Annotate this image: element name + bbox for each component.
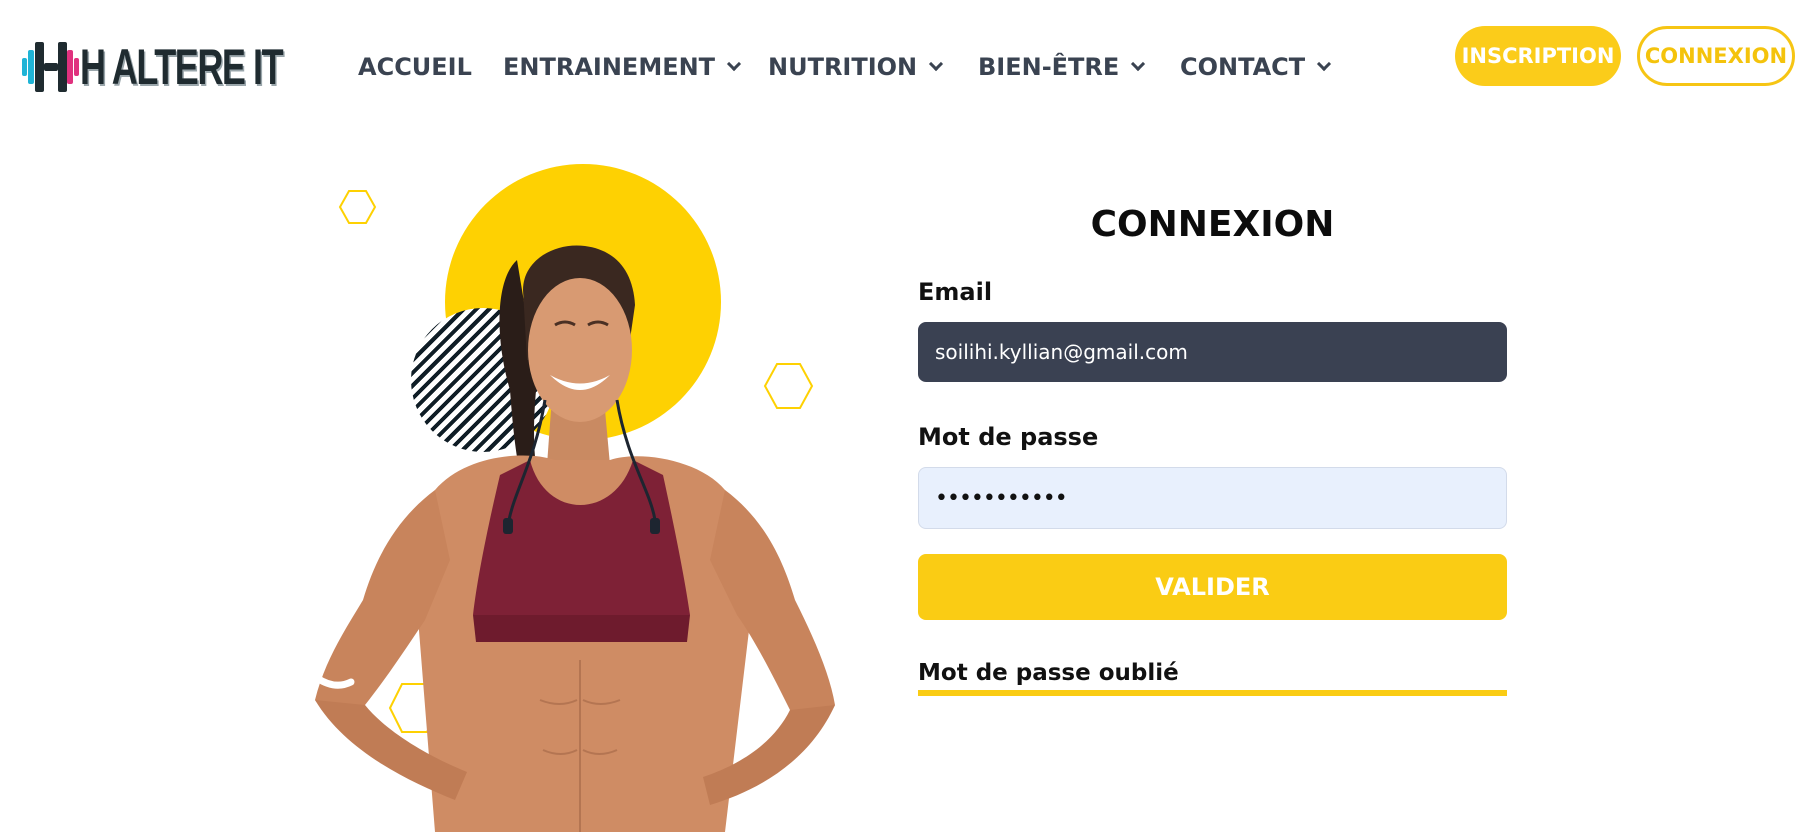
chevron-down-icon: [1131, 56, 1146, 72]
dumbbell-icon: [22, 40, 79, 94]
inscription-button[interactable]: INSCRIPTION: [1455, 26, 1621, 86]
athlete-photo: [313, 190, 835, 832]
login-title: CONNEXION: [1090, 204, 1335, 245]
nav-item-entrainement[interactable]: ENTRAINEMENT: [503, 50, 742, 84]
nav-label: ACCUEIL: [358, 53, 472, 81]
nav-item-bien-etre[interactable]: BIEN-ÊTRE: [978, 50, 1146, 84]
password-field[interactable]: [918, 467, 1507, 529]
logo-wordmark: H ALTERE IT: [80, 39, 284, 95]
connexion-header-button[interactable]: CONNEXION: [1637, 26, 1795, 86]
nav-item-nutrition[interactable]: NUTRITION: [768, 50, 944, 84]
password-label: Mot de passe: [918, 423, 1099, 451]
chevron-down-icon: [1317, 56, 1332, 72]
nav-label: BIEN-ÊTRE: [978, 53, 1120, 81]
login-page: H ALTERE IT ACCUEIL ENTRAINEMENT NUTRITI…: [0, 0, 1819, 832]
nav-label: NUTRITION: [768, 53, 918, 81]
hexagon-decoration: [338, 190, 377, 224]
hero-illustration: [255, 160, 895, 832]
email-label: Email: [918, 278, 993, 306]
nav-label: ENTRAINEMENT: [503, 53, 716, 81]
email-field[interactable]: [918, 322, 1507, 382]
nav-item-accueil[interactable]: ACCUEIL: [358, 50, 472, 84]
submit-button[interactable]: VALIDER: [918, 554, 1507, 620]
brand-logo[interactable]: H ALTERE IT: [22, 40, 361, 94]
nav-label: CONTACT: [1180, 53, 1306, 81]
chevron-down-icon: [929, 56, 944, 72]
forgot-password-link[interactable]: Mot de passe oublié: [918, 660, 1507, 696]
chevron-down-icon: [726, 56, 742, 72]
hexagon-decoration: [763, 363, 814, 409]
nav-item-contact[interactable]: CONTACT: [1180, 50, 1332, 84]
